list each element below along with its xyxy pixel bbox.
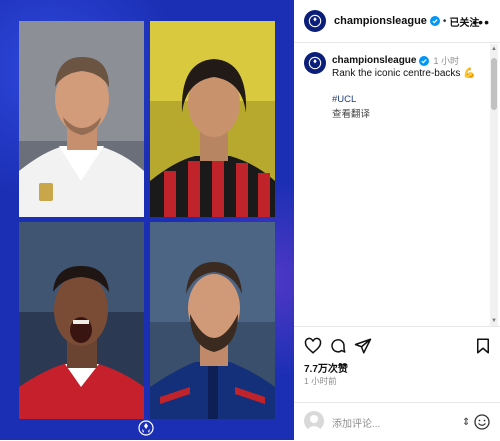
svg-text:⇕: ⇕ [462, 417, 470, 428]
hashtag-link[interactable]: #UCL [332, 94, 356, 105]
scrollbar[interactable]: ▲ ▼ [490, 44, 498, 326]
post-media[interactable] [0, 0, 294, 440]
likes-count[interactable]: 7.7万次赞 [304, 360, 348, 375]
scroll-up-icon[interactable]: ▲ [490, 46, 498, 52]
caption-time[interactable]: 1 小时 [433, 54, 459, 67]
bookmark-icon[interactable] [474, 337, 492, 355]
account-username[interactable]: championsleague [334, 15, 427, 27]
ucl-logo-icon [138, 420, 154, 436]
send-icon[interactable] [354, 337, 372, 355]
account-avatar[interactable] [304, 52, 326, 74]
comment-input[interactable]: 添加评论... [332, 415, 380, 430]
user-silhouette-icon [306, 415, 322, 431]
caption-username[interactable]: championsleague [332, 55, 416, 66]
player-photo-2 [150, 21, 275, 217]
heart-icon[interactable] [304, 337, 322, 355]
verified-badge-icon [429, 16, 440, 26]
account-avatar[interactable] [304, 10, 326, 32]
comment-bar: 添加评论... ⇕ [294, 402, 500, 441]
caption-text: Rank the iconic centre-backs 💪 [332, 68, 476, 79]
post-header: championsleague • 已关注 ••• [294, 0, 500, 43]
player-photo-4 [150, 222, 275, 419]
posted-time: 1 小时前 [304, 376, 337, 386]
scroll-down-icon[interactable]: ▼ [490, 318, 498, 324]
post-panel: championsleague • 已关注 ••• championsleagu… [294, 0, 500, 440]
player-photo-1 [19, 21, 144, 217]
current-user-avatar [304, 411, 324, 431]
more-icon[interactable]: ••• [472, 14, 490, 30]
emoji-icon[interactable]: ⇕ [462, 413, 492, 431]
verified-badge-icon [419, 55, 430, 66]
ucl-logo-icon [308, 14, 322, 28]
see-translation-link[interactable]: 查看翻译 [332, 106, 370, 120]
separator-dot: • [442, 15, 447, 27]
comment-icon[interactable] [329, 337, 347, 355]
scrollbar-thumb[interactable] [491, 58, 497, 110]
ucl-logo-icon [308, 56, 322, 70]
photo-grid [19, 21, 275, 419]
player-photo-3 [19, 222, 144, 419]
